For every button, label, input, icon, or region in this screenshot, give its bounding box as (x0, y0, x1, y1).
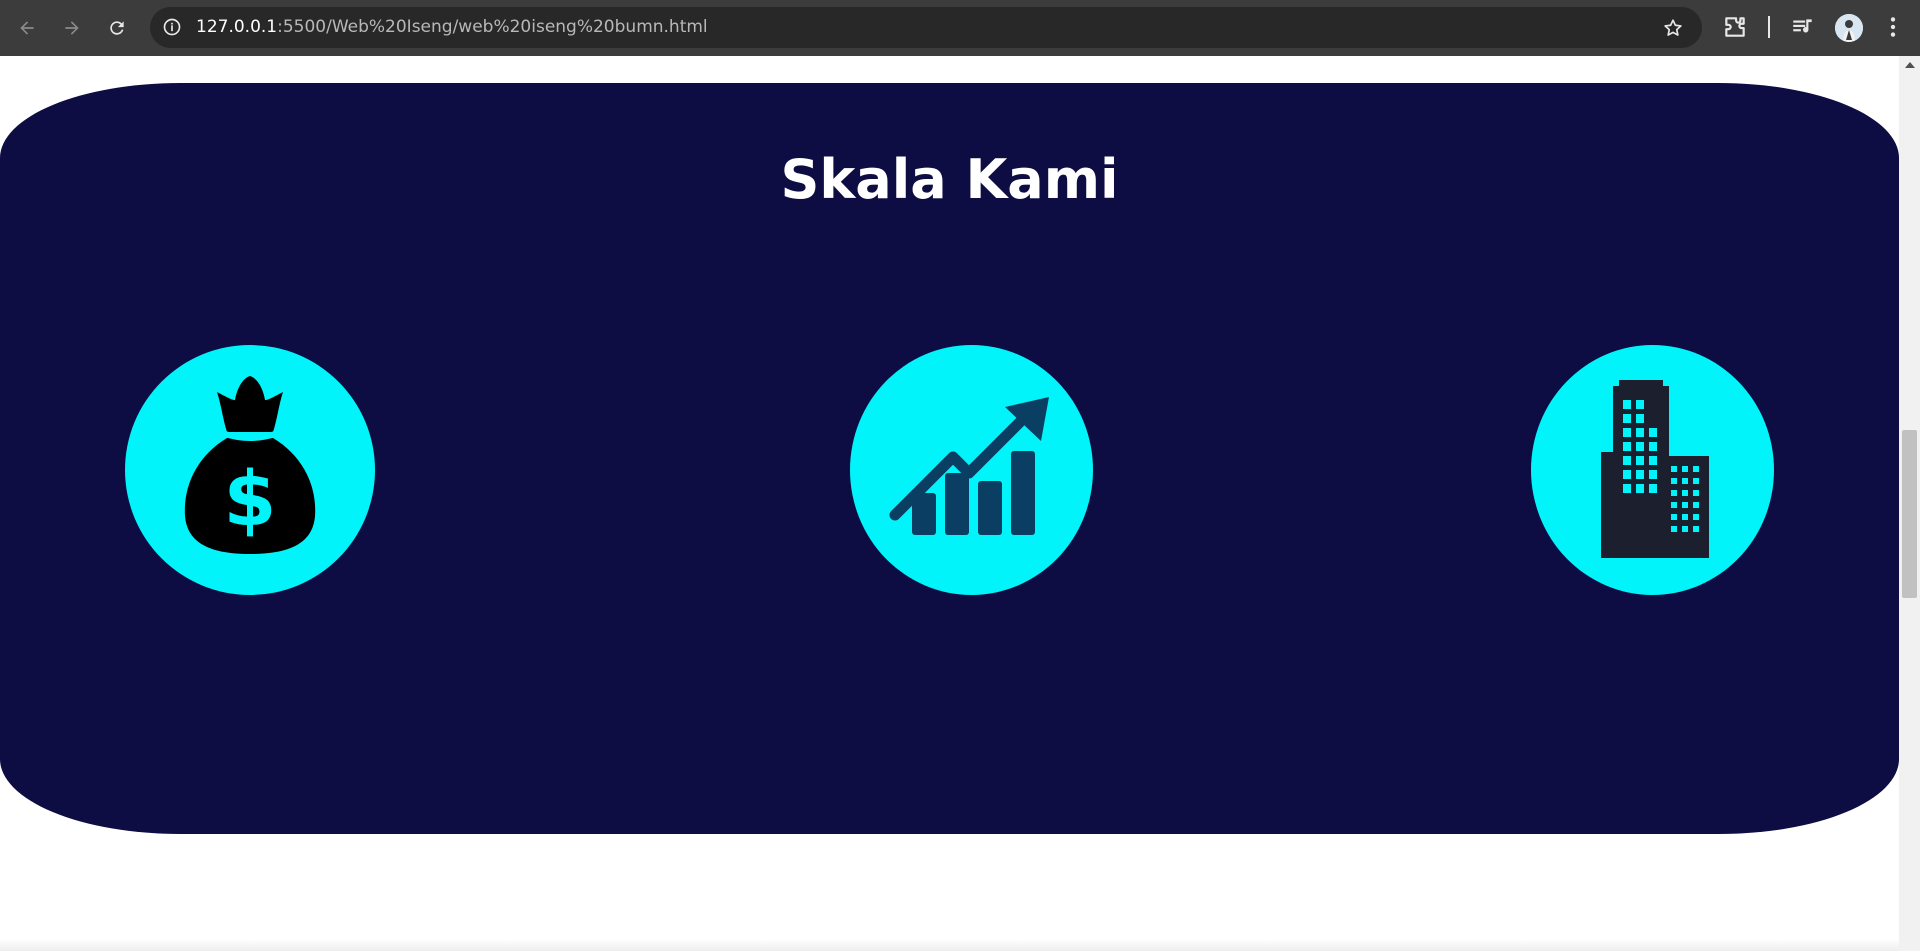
section-title: Skala Kami (780, 148, 1119, 211)
back-icon (20, 21, 34, 35)
growth-chart-icon (889, 397, 1049, 535)
browser-toolbar: 127.0.0.1:5500/Web%20Iseng/web%20iseng%2… (0, 0, 1920, 56)
back-button[interactable] (9, 10, 45, 46)
stat-revenue: $ money-bag-icon (125, 345, 375, 595)
url-text[interactable]: 127.0.0.1:5500/Web%20Iseng/web%20iseng%2… (196, 7, 708, 48)
stat-circle (850, 345, 1093, 595)
address-bar[interactable]: 127.0.0.1:5500/Web%20Iseng/web%20iseng%2… (150, 7, 1702, 48)
stat-circle: $ (125, 345, 375, 595)
scroll-thumb[interactable] (1902, 430, 1917, 598)
reload-icon (110, 21, 124, 35)
money-bag-icon: $ (184, 376, 316, 554)
menu-kebab-icon[interactable] (1880, 14, 1906, 40)
page-viewport: Skala Kami $ money-bag-icon (0, 56, 1899, 951)
page-bottom-edge (0, 939, 1899, 951)
forward-icon (65, 21, 79, 35)
bookmark-star-icon[interactable] (1662, 17, 1684, 39)
toolbar-divider (1768, 16, 1770, 38)
stat-circle (1531, 345, 1774, 595)
avatar-person-icon (1835, 14, 1863, 42)
stat-growth: growth-chart-icon (850, 345, 1093, 595)
url-path: :5500/Web%20Iseng/web%20iseng%20bumn.htm… (277, 17, 708, 37)
forward-button[interactable] (54, 10, 90, 46)
vertical-scrollbar[interactable] (1899, 56, 1920, 951)
url-host: 127.0.0.1 (196, 17, 278, 37)
site-info-icon[interactable] (162, 17, 182, 37)
media-controls-icon[interactable] (1790, 14, 1816, 40)
scale-section: Skala Kami $ money-bag-icon (0, 83, 1899, 834)
scroll-up-arrow-icon[interactable] (1905, 62, 1915, 68)
extensions-icon[interactable] (1722, 14, 1748, 40)
stat-offices: office-building-icon (1531, 345, 1774, 595)
profile-avatar[interactable] (1835, 14, 1863, 42)
svg-text:$: $ (224, 454, 277, 543)
reload-button[interactable] (99, 10, 135, 46)
office-building-icon (1600, 380, 1709, 558)
